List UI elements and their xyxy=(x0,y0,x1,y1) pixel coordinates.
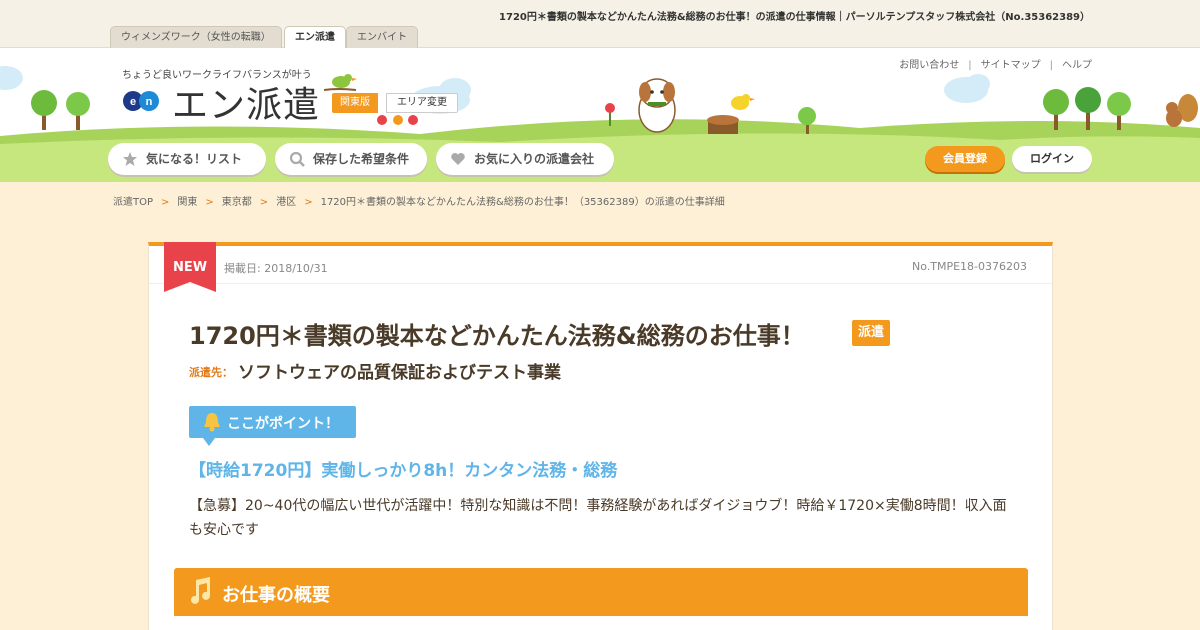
mushroom-icon xyxy=(377,115,418,125)
divider: | xyxy=(968,60,972,71)
nav-label: 保存した希望条件 xyxy=(313,152,410,166)
divider: | xyxy=(1049,60,1053,71)
dog-illustration xyxy=(638,78,676,133)
area-change-button[interactable]: エリア変更 xyxy=(386,93,458,113)
nav-watchlist-button[interactable]: 気になる！リスト xyxy=(108,143,266,175)
breadcrumb: 派遣TOP > 関東 > 東京都 > 港区 >1720円＊書類の製本などかんたん法務&総務のお… xyxy=(113,193,725,208)
star-icon xyxy=(123,152,137,166)
post-date: 掲載日: 2018/10/31 xyxy=(224,262,328,275)
search-icon xyxy=(289,151,305,167)
nav-label: お気に入りの派遣会社 xyxy=(474,152,595,166)
music-note-icon xyxy=(191,577,210,604)
job-title: 1720円＊書類の製本などかんたん法務&総務のお仕事！ xyxy=(189,322,805,350)
site-header: ちょうど良いワークライフバランスが叶う e n エン派遣 関東版 エリア変更 お… xyxy=(0,48,1200,182)
bird-icon xyxy=(323,74,357,91)
area-current-label: 関東版 xyxy=(332,93,378,113)
job-meta-row: NEW 掲載日: 2018/10/31 No.TMPE18-0376203 xyxy=(149,242,1052,292)
job-highlight: 【時給1720円】実働しっかり8h！カンタン法務・総務 xyxy=(189,461,618,481)
squirrel-illustration xyxy=(1166,94,1198,127)
nav-saved-conditions-button[interactable]: 保存した希望条件 xyxy=(275,143,427,175)
breadcrumb-item[interactable]: 東京都 xyxy=(222,197,252,208)
contact-link[interactable]: お問い合わせ xyxy=(899,56,959,71)
job-type-badge: 派遣 xyxy=(852,320,891,346)
en-logo-icon: e n xyxy=(123,91,159,111)
nav-favorite-agencies-button[interactable]: お気に入りの派遣会社 xyxy=(436,143,614,175)
breadcrumb-separator: > xyxy=(161,197,170,208)
breadcrumb-item[interactable]: 関東 xyxy=(177,197,197,208)
utility-links: お問い合わせ | サイトマップ | ヘルプ xyxy=(899,56,1092,71)
svg-text:e: e xyxy=(130,96,136,108)
dispatch-label: 派遣先： xyxy=(189,366,233,379)
tab-en-haken[interactable]: エン派遣 xyxy=(284,26,346,49)
section-header-job-overview: お仕事の概要 xyxy=(174,568,1028,616)
login-button[interactable]: ログイン xyxy=(1012,146,1092,172)
tree-icon xyxy=(31,90,90,130)
breadcrumb-item[interactable]: 港区 xyxy=(276,197,296,208)
job-description: 【急募】20~40代の幅広い世代が活躍中！特別な知識は不問！事務経験があればダイ… xyxy=(189,498,1007,538)
dispatch-value: ソフトウェアの品質保証およびテスト事業 xyxy=(238,363,561,383)
site-logo[interactable]: ちょうど良いワークライフバランスが叶う e n エン派遣 xyxy=(122,66,319,126)
breadcrumb-separator: > xyxy=(259,197,269,208)
section-title: お仕事の概要 xyxy=(222,585,330,606)
breadcrumb-current: 1720円＊書類の製本などかんたん法務&総務のお仕事！（35362389）の派遣… xyxy=(320,197,725,208)
new-badge: NEW xyxy=(172,260,208,275)
job-detail-card: NEW 掲載日: 2018/10/31 No.TMPE18-0376203 17… xyxy=(148,242,1053,630)
tab-womens-work[interactable]: ウィメンズワーク（女性の転職） xyxy=(110,26,282,48)
svg-text:n: n xyxy=(146,96,153,108)
heart-icon xyxy=(451,153,465,165)
breadcrumb-item[interactable]: 派遣TOP xyxy=(113,197,153,208)
point-label: ここがポイント！ xyxy=(227,416,339,432)
sitemap-link[interactable]: サイトマップ xyxy=(981,56,1041,71)
register-button[interactable]: 会員登録 xyxy=(925,146,1005,172)
breadcrumb-separator: > xyxy=(304,197,313,208)
job-number: No.TMPE18-0376203 xyxy=(911,260,1027,273)
bell-icon xyxy=(204,413,220,432)
point-badge-tail xyxy=(203,438,215,446)
top-strip: 1720円＊書類の製本などかんたん法務&総務のお仕事！の派遣の仕事情報｜パーソル… xyxy=(0,0,1200,49)
breadcrumb-separator: > xyxy=(205,197,214,208)
help-link[interactable]: ヘルプ xyxy=(1062,56,1092,71)
page-heading: 1720円＊書類の製本などかんたん法務&総務のお仕事！の派遣の仕事情報｜パーソル… xyxy=(499,12,1090,23)
tab-en-baito[interactable]: エンバイト xyxy=(346,26,418,48)
logo-text: エン派遣 xyxy=(172,85,321,126)
nav-label: 気になる！リスト xyxy=(146,152,243,166)
